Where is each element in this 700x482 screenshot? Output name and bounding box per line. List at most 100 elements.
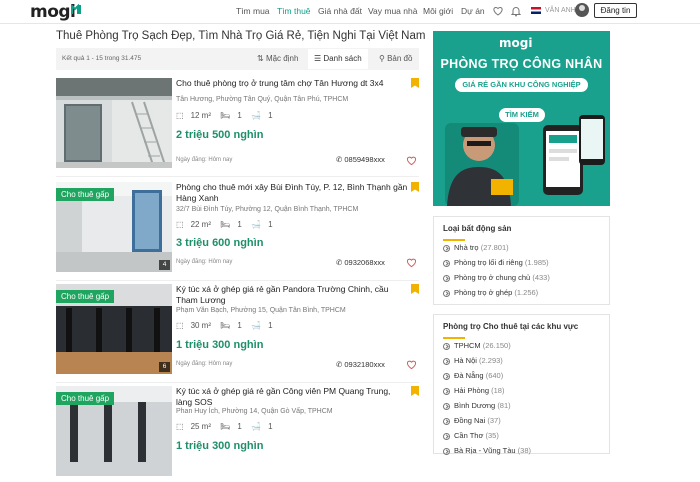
mogi-logo-mark-icon <box>71 4 81 14</box>
panel-underline <box>443 239 465 241</box>
nav-du-an[interactable]: Dự án <box>461 6 485 16</box>
worker-illustration <box>445 123 519 206</box>
bath-icon: 🛁 <box>251 220 262 230</box>
bookmark-icon[interactable] <box>411 284 419 294</box>
photo-count: 4 <box>159 260 170 270</box>
chevron-right-icon <box>443 244 450 252</box>
bookmark-icon[interactable] <box>411 78 419 88</box>
chevron-right-icon <box>443 417 450 425</box>
nav-gia-nha-dat[interactable]: Giá nhà đất <box>318 6 362 16</box>
bell-icon[interactable] <box>510 5 522 17</box>
region-item[interactable]: Cần Thơ (35) <box>443 431 499 440</box>
listing-photo[interactable] <box>56 78 172 168</box>
listing-address: 32/7 Bùi Đình Túy, Phường 12, Quận Bình … <box>176 206 359 213</box>
nav-vay-mua-nha[interactable]: Vay mua nhà <box>368 6 417 16</box>
avatar[interactable] <box>575 3 589 17</box>
region-item[interactable]: Hà Nội (2.293) <box>443 356 503 365</box>
chevron-right-icon <box>443 259 450 267</box>
favorite-heart-icon[interactable] <box>406 257 417 268</box>
listing-title[interactable]: Phòng cho thuê mới xây Bùi Đình Túy, P. … <box>176 182 408 204</box>
chevron-right-icon <box>443 357 450 365</box>
banner-logo: mogi <box>499 36 533 50</box>
listing-photo[interactable]: Cho thuê gấp 4 <box>56 182 172 272</box>
listing-address: Phan Huy Ích, Phường 14, Quận Gò Vấp, TP… <box>176 408 333 415</box>
nav-moi-gioi[interactable]: Môi giới <box>423 6 453 16</box>
listing-area: 12 m² <box>190 111 212 121</box>
property-type-item[interactable]: Phòng trọ ở ghép (1.256) <box>443 288 538 297</box>
favorite-heart-icon[interactable] <box>406 359 417 370</box>
property-type-item[interactable]: Phòng trọ ở chung chủ (433) <box>443 273 550 282</box>
bed-icon: 🛏 <box>220 422 231 432</box>
region-item[interactable]: Đà Nẵng (640) <box>443 371 503 380</box>
region-item[interactable]: TPHCM (26.150) <box>443 341 511 350</box>
urgent-badge: Cho thuê gấp <box>56 392 115 405</box>
listing-card[interactable]: Cho thuê gấp 6 Ký túc xá ở ghép giá rẻ g… <box>56 284 419 383</box>
map-pin-icon: ⚲ <box>379 54 388 63</box>
listing-date: Ngày đăng: Hôm nay <box>176 157 233 163</box>
listing-meta: ⬚ 30 m² 🛏 1 🛁 1 <box>176 321 280 330</box>
phone-mockup-illustration <box>543 115 605 195</box>
property-type-item[interactable]: Nhà trọ (27.801) <box>443 243 509 252</box>
listing-baths: 1 <box>268 422 273 432</box>
listing-meta: ⬚ 12 m² 🛏 1 🛁 1 <box>176 111 280 120</box>
chevron-right-icon <box>443 387 450 395</box>
chevron-right-icon <box>443 432 450 440</box>
listing-phone[interactable]: ✆ 0932068xxx <box>336 258 385 267</box>
listing-photo[interactable]: Cho thuê gấp <box>56 386 172 476</box>
listing-title[interactable]: Cho thuê phòng trọ ở trung tâm chợ Tân H… <box>176 78 408 89</box>
region-item[interactable]: Bình Dương (81) <box>443 401 511 410</box>
divider <box>56 176 419 177</box>
listing-title[interactable]: Ký túc xá ở ghép giá rẻ gần Pandora Trườ… <box>176 284 408 306</box>
region-item[interactable]: Đồng Nai (37) <box>443 416 501 425</box>
listing-address: Phạm Văn Bạch, Phường 15, Quận Tân Bình,… <box>176 307 346 314</box>
results-toolbar: Kết quả 1 - 15 trong 31.475 ⇅ Mặc định ☰… <box>56 48 419 70</box>
bookmark-icon[interactable] <box>411 182 419 192</box>
view-list-option[interactable]: ☰ Danh sách <box>308 49 368 69</box>
nav-tim-thue[interactable]: Tìm thuê <box>277 6 311 16</box>
listing-meta: ⬚ 22 m² 🛏 1 🛁 1 <box>176 220 280 229</box>
uk-flag-icon[interactable] <box>531 7 541 14</box>
favorite-heart-icon[interactable] <box>406 155 417 166</box>
nav-tim-mua[interactable]: Tìm mua <box>236 6 270 16</box>
listing-card[interactable]: Cho thuê gấp Ký túc xá ở ghép giá rẻ gần… <box>56 386 419 482</box>
panel-title: Phòng trọ Cho thuê tại các khu vực <box>443 322 579 331</box>
listing-photo[interactable]: Cho thuê gấp 6 <box>56 284 172 374</box>
mogi-logo[interactable]: mogi <box>30 2 76 22</box>
region-item[interactable]: Hải Phòng (18) <box>443 386 504 395</box>
area-icon: ⬚ <box>176 111 184 121</box>
banner-title: PHÒNG TRỌ CÔNG NHÂN <box>440 57 603 71</box>
listing-title[interactable]: Ký túc xá ở ghép giá rẻ gần Công viên PM… <box>176 386 408 408</box>
chevron-right-icon <box>443 447 450 455</box>
listing-beds: 1 <box>237 422 242 432</box>
listing-date: Ngày đăng: Hôm nay <box>176 259 233 265</box>
user-name[interactable]: VĂN ANH <box>545 7 576 14</box>
region-panel: Phòng trọ Cho thuê tại các khu vực TPHCM… <box>433 314 610 455</box>
listing-area: 22 m² <box>190 220 212 230</box>
listing-price: 1 triệu 300 nghìn <box>176 440 264 452</box>
property-type-panel: Loại bất động sản Nhà trọ (27.801) Phòng… <box>433 216 610 305</box>
bed-icon: 🛏 <box>220 220 231 230</box>
view-default-option[interactable]: ⇅ Mặc định <box>257 54 298 63</box>
sort-icon: ⇅ <box>257 54 266 63</box>
property-type-item[interactable]: Phòng trọ lối đi riêng (1.985) <box>443 258 549 267</box>
heart-icon[interactable] <box>492 5 504 17</box>
bookmark-icon[interactable] <box>411 386 419 396</box>
photo-count: 6 <box>159 362 170 372</box>
listing-phone[interactable]: ✆ 0932180xxx <box>336 360 385 369</box>
divider <box>56 382 419 383</box>
listing-address: Tân Hương, Phường Tân Quý, Quận Tân Phú,… <box>176 96 349 103</box>
listing-meta: ⬚ 25 m² 🛏 1 🛁 1 <box>176 422 280 431</box>
listing-price: 2 triệu 500 nghìn <box>176 129 264 141</box>
listing-price: 1 triệu 300 nghìn <box>176 339 264 351</box>
top-header: mogi Tìm mua Tìm thuê Giá nhà đất Vay mu… <box>0 0 700 24</box>
listing-card[interactable]: Cho thuê gấp 4 Phòng cho thuê mới xây Bù… <box>56 182 419 281</box>
view-map-option[interactable]: ⚲ Bản đồ <box>379 54 412 63</box>
post-listing-button[interactable]: Đăng tin <box>594 3 637 18</box>
listing-phone[interactable]: ✆ 0859498xxx <box>336 155 385 164</box>
area-icon: ⬚ <box>176 220 184 230</box>
listing-card[interactable]: Cho thuê phòng trọ ở trung tâm chợ Tân H… <box>56 78 419 177</box>
promo-banner[interactable]: mogi PHÒNG TRỌ CÔNG NHÂN GIÁ RẺ GẦN KHU … <box>433 31 610 206</box>
listing-baths: 1 <box>268 111 273 121</box>
urgent-badge: Cho thuê gấp <box>56 188 115 201</box>
panel-underline <box>443 337 465 339</box>
